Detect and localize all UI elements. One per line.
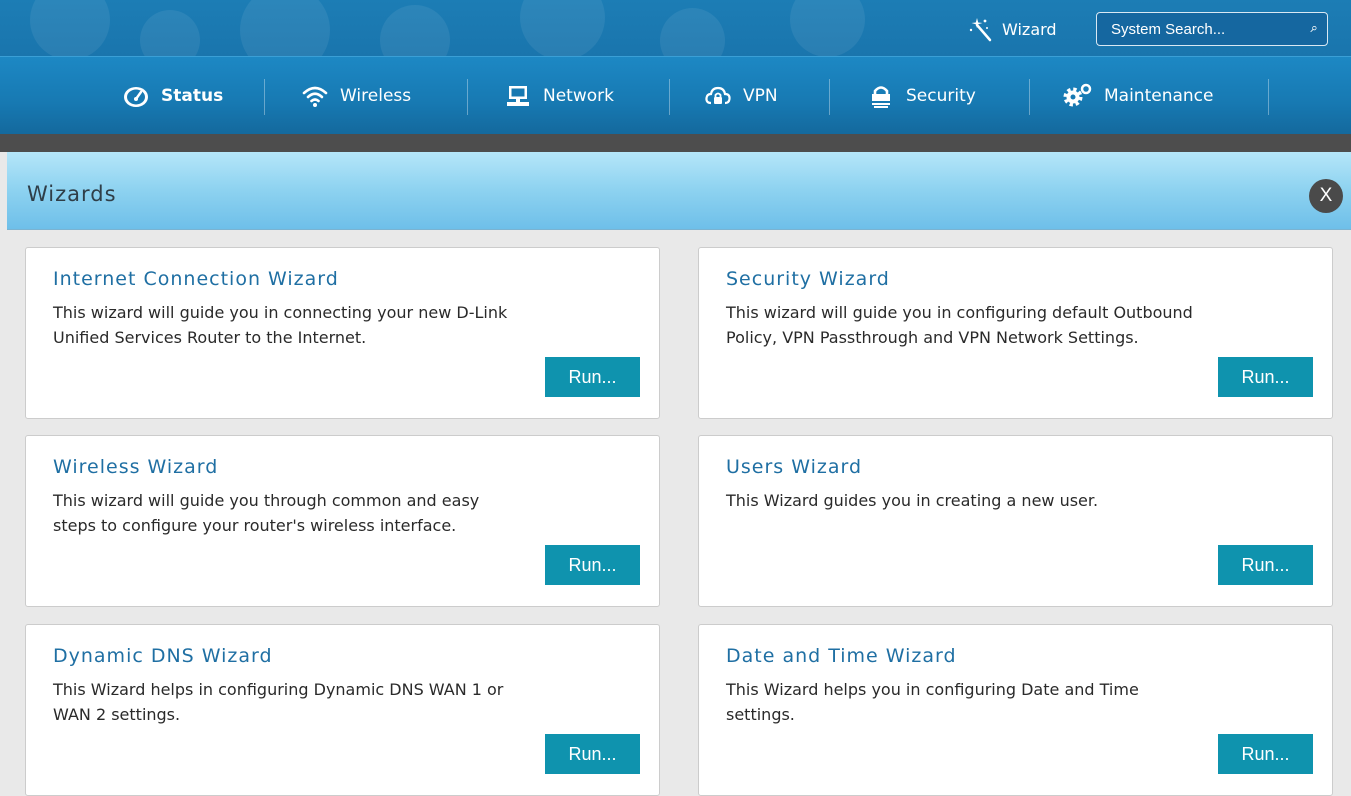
wizard-card-security: Security Wizard This wizard will guide y… xyxy=(698,247,1333,419)
magic-wand-icon xyxy=(969,18,992,42)
wizards-dialog: Wizards X Internet Connection Wizard Thi… xyxy=(7,152,1351,796)
nav-label: Security xyxy=(906,86,976,106)
card-title: Date and Time Wizard xyxy=(726,645,957,667)
page-shadow xyxy=(0,134,1351,152)
nav-divider xyxy=(829,79,830,115)
card-description: This wizard will guide you in connecting… xyxy=(53,303,508,347)
card-description: This wizard will guide you through commo… xyxy=(53,491,480,535)
nav-item-wireless[interactable]: Wireless xyxy=(302,57,411,135)
search-icon[interactable] xyxy=(1310,21,1317,37)
top-banner: Wizard xyxy=(0,0,1351,56)
search-input[interactable] xyxy=(1111,20,1310,38)
nav-label: Network xyxy=(543,86,614,106)
nav-label: Wireless xyxy=(340,86,412,106)
wizard-card-users: Users Wizard This Wizard guides you in c… xyxy=(698,435,1333,607)
card-description: This Wizard helps you in configuring Dat… xyxy=(726,680,1139,724)
nav-divider xyxy=(1029,79,1030,115)
wizard-label: Wizard xyxy=(1002,19,1057,39)
card-description: This Wizard guides you in creating a new… xyxy=(726,491,1099,510)
wifi-icon xyxy=(302,86,328,107)
main-nav: Status Wireless Network VPN Security Mai… xyxy=(0,56,1351,134)
gears-icon xyxy=(1063,83,1092,107)
card-title: Internet Connection Wizard xyxy=(53,268,339,290)
nav-label: VPN xyxy=(743,86,778,106)
card-description: This Wizard helps in configuring Dynamic… xyxy=(53,680,504,724)
cloud-lock-icon xyxy=(705,86,731,105)
gauge-icon xyxy=(124,87,148,107)
card-title: Users Wizard xyxy=(726,456,863,478)
nav-divider xyxy=(264,79,265,115)
nav-item-maintenance[interactable]: Maintenance xyxy=(1062,57,1213,135)
run-dynamic-dns-wizard-button[interactable]: Run... xyxy=(545,734,640,774)
card-title: Dynamic DNS Wizard xyxy=(53,645,273,667)
nav-divider xyxy=(467,79,468,115)
wizard-card-internet: Internet Connection Wizard This wizard w… xyxy=(25,247,660,419)
card-title: Wireless Wizard xyxy=(53,456,219,478)
nav-label: Maintenance xyxy=(1104,86,1214,106)
run-date-time-wizard-button[interactable]: Run... xyxy=(1218,734,1313,774)
run-internet-wizard-button[interactable]: Run... xyxy=(545,357,640,397)
wizard-card-wireless: Wireless Wizard This wizard will guide y… xyxy=(25,435,660,607)
lock-icon xyxy=(872,86,890,108)
nav-divider xyxy=(1268,79,1269,115)
run-wireless-wizard-button[interactable]: Run... xyxy=(545,545,640,585)
nav-item-vpn[interactable]: VPN xyxy=(705,57,778,135)
computer-icon xyxy=(507,86,529,106)
wizard-card-dynamic-dns: Dynamic DNS Wizard This Wizard helps in … xyxy=(25,624,660,796)
nav-label: Status xyxy=(161,86,224,106)
run-security-wizard-button[interactable]: Run... xyxy=(1218,357,1313,397)
close-button[interactable]: X xyxy=(1309,179,1343,213)
run-users-wizard-button[interactable]: Run... xyxy=(1218,545,1313,585)
card-description: This wizard will guide you in configurin… xyxy=(726,303,1193,347)
wizard-link[interactable]: Wizard xyxy=(968,14,1057,44)
wizard-card-date-time: Date and Time Wizard This Wizard helps y… xyxy=(698,624,1333,796)
nav-divider xyxy=(669,79,670,115)
nav-item-status[interactable]: Status xyxy=(123,57,223,135)
dialog-header: Wizards X xyxy=(7,152,1351,230)
system-search[interactable] xyxy=(1096,12,1328,46)
dialog-title: Wizards xyxy=(27,182,117,206)
card-title: Security Wizard xyxy=(726,268,890,290)
nav-item-security[interactable]: Security xyxy=(868,57,976,135)
nav-item-network[interactable]: Network xyxy=(505,57,614,135)
